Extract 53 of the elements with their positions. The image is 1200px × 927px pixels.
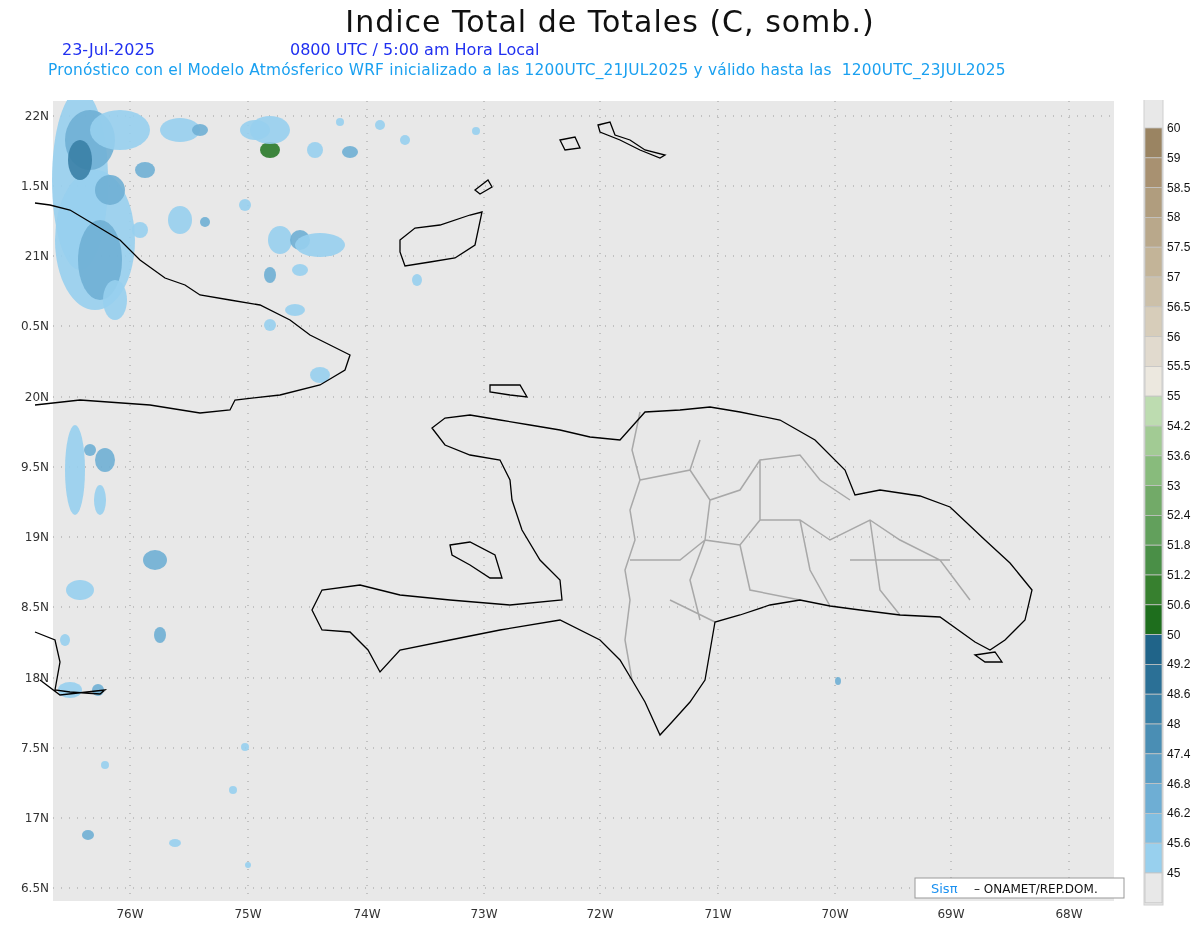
latitude-label: 18N	[24, 671, 49, 685]
longitude-label: 74W	[353, 907, 381, 921]
longitude-label: 70W	[821, 907, 849, 921]
longitude-label: 72W	[586, 907, 614, 921]
latitude-label: 7.5N	[20, 741, 49, 755]
legend-label: 48	[1167, 717, 1181, 731]
latitude-label: 6.5N	[20, 881, 49, 895]
longitude-label: 75W	[234, 907, 262, 921]
forecast-subtitle: Pronóstico con el Modelo Atmósferico WRF inicializado a las 1200UTC_21JUL2025 y válido hasta las 1200UTC_23JUL2025	[47, 60, 1007, 80]
latitude-label: 8.5N	[20, 600, 49, 614]
latitude-label: 17N	[24, 811, 49, 825]
legend-label: 53.6	[1167, 448, 1191, 463]
legend-label: 53	[1167, 478, 1181, 493]
longitude-label: 73W	[470, 907, 498, 921]
legend-label: 57.5	[1167, 240, 1191, 255]
legend-label: 51.2	[1167, 568, 1191, 582]
legend-label: 60	[1167, 121, 1181, 135]
latitude-label: 20N	[24, 390, 49, 404]
latitude-label: 22N	[24, 109, 49, 123]
legend-label: 46.2	[1167, 806, 1191, 821]
longitude-label: 69W	[937, 907, 965, 921]
legend-label: 51.8	[1167, 538, 1191, 553]
legend-label: 48.6	[1167, 687, 1191, 702]
legend-label: 55.5	[1167, 359, 1191, 374]
legend-label: 56.5	[1167, 299, 1191, 314]
forecast-date: 23-Jul-2025	[62, 40, 156, 60]
legend-label: 56	[1167, 329, 1181, 344]
credit-label: – ONAMET/REP.DOM.	[974, 882, 1098, 896]
legend-label: 45	[1167, 866, 1181, 880]
chart-title: Indice Total de Totales (C, somb.)	[344, 4, 876, 40]
longitude-label: 68W	[1055, 907, 1083, 921]
legend-label: 54.2	[1167, 419, 1191, 433]
forecast-time: 0800 UTC / 5:00 am Hora Local	[290, 40, 540, 60]
brand-label: Sisπ	[931, 881, 958, 896]
longitude-label: 71W	[704, 907, 732, 921]
legend-label: 45.6	[1167, 836, 1191, 851]
legend-label: 58	[1167, 210, 1181, 225]
legend-label: 50.6	[1167, 597, 1191, 612]
legend-label: 49.2	[1167, 657, 1191, 672]
latitude-label: 19N	[24, 530, 49, 544]
legend-label: 50	[1167, 627, 1181, 642]
latitude-label: 0.5N	[20, 319, 49, 333]
legend-label: 59	[1167, 150, 1181, 165]
longitude-label: 76W	[116, 907, 144, 921]
legend-label: 57	[1167, 270, 1181, 284]
latitude-label: 21N	[24, 249, 49, 263]
latitude-label: 9.5N	[20, 460, 49, 474]
legend-label: 52.4	[1167, 508, 1191, 523]
legend-label: 58.5	[1167, 180, 1191, 195]
latitude-label: 1.5N	[20, 179, 49, 193]
legend-label: 55	[1167, 389, 1181, 404]
legend-label: 47.4	[1167, 746, 1191, 761]
legend-label: 46.8	[1167, 776, 1191, 791]
